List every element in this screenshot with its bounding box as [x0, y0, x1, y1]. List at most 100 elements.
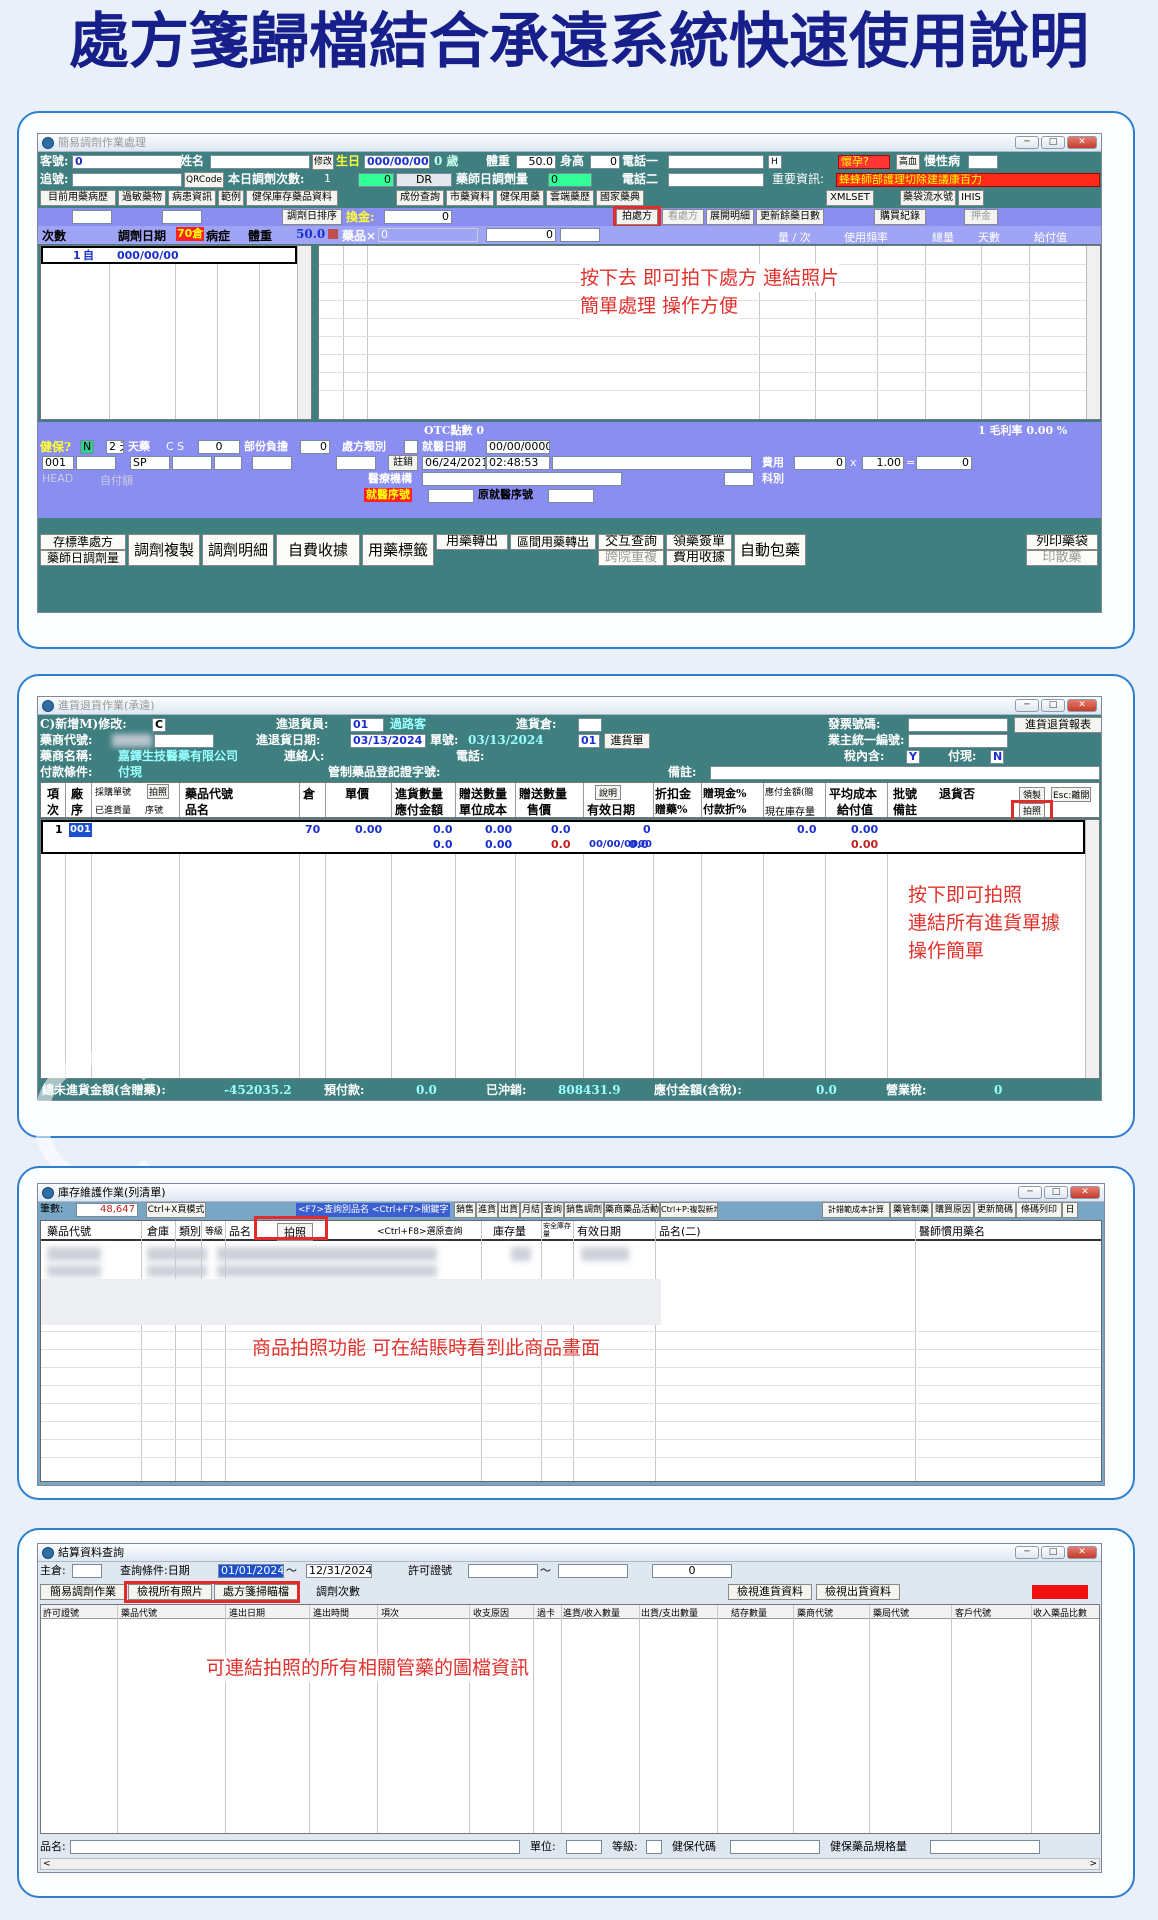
- tab-sales-dispense[interactable]: 銷售調劑: [564, 1202, 604, 1218]
- count-zero-field[interactable]: 0: [358, 173, 394, 187]
- scroll-left-icon[interactable]: <: [43, 1857, 51, 1871]
- drug-field-3[interactable]: [560, 228, 600, 242]
- nhi-code-field[interactable]: [730, 1840, 820, 1854]
- barcode-print-button[interactable]: 條碼列印: [1016, 1202, 1062, 1218]
- view-purchase-button[interactable]: 檢視進貨資料: [728, 1584, 812, 1600]
- minimize-icon[interactable]: ─: [1018, 1186, 1042, 1199]
- cash-field[interactable]: N: [990, 750, 1004, 764]
- minimize-icon[interactable]: ─: [1015, 699, 1039, 712]
- close-icon[interactable]: ✕: [1070, 1186, 1100, 1199]
- drug-field-2[interactable]: 0: [486, 228, 556, 242]
- day-button[interactable]: 日: [1062, 1202, 1078, 1218]
- controlled-drug-button[interactable]: 藥管制藥: [890, 1202, 932, 1218]
- deposit-button[interactable]: 押金: [964, 209, 998, 225]
- minimize-icon[interactable]: ─: [1015, 136, 1039, 149]
- total-field[interactable]: 0: [916, 456, 972, 470]
- cost-calc-button[interactable]: 計錯範成本計算: [822, 1202, 890, 1218]
- edit-button[interactable]: 修改: [312, 154, 334, 170]
- scroll-right-icon[interactable]: >: [1089, 1857, 1097, 1871]
- save-standard-button[interactable]: 存標準處方: [40, 534, 126, 550]
- customer-no-field[interactable]: 0: [72, 155, 182, 169]
- phone1-field[interactable]: [668, 155, 764, 169]
- range-export-button[interactable]: 區間用藥轉出: [510, 534, 596, 550]
- grade-field[interactable]: [646, 1840, 662, 1854]
- scrollbar[interactable]: [297, 246, 311, 419]
- warehouse-field[interactable]: [578, 718, 602, 732]
- date-field[interactable]: 06/24/2021: [422, 456, 486, 470]
- rx-type-field[interactable]: [404, 440, 418, 454]
- tab-purchase[interactable]: 進貨: [476, 1202, 498, 1218]
- orig-visit-no-field[interactable]: [548, 489, 594, 503]
- remarks-field[interactable]: [710, 766, 1100, 780]
- tab-monthly[interactable]: 月結: [520, 1202, 542, 1218]
- nhi-stock-button[interactable]: 健保庫存藥品資料: [246, 190, 338, 206]
- invoice-field[interactable]: [908, 718, 1008, 732]
- nhi-spec-field[interactable]: [930, 1840, 1040, 1854]
- height-field[interactable]: 0: [590, 155, 620, 169]
- purchase-report-button[interactable]: 進貨退貨報表: [1014, 717, 1101, 733]
- scrollbar[interactable]: [1086, 246, 1100, 419]
- sort-date-button[interactable]: 調劑日排序: [282, 209, 342, 225]
- explain-button[interactable]: 說明: [595, 785, 622, 800]
- horizontal-scrollbar[interactable]: < >: [40, 1858, 1100, 1870]
- drug-label-button[interactable]: 用藥標籤: [362, 534, 434, 566]
- license-end-field[interactable]: [558, 1564, 628, 1578]
- start-date-field[interactable]: 01/01/2024: [218, 1564, 284, 1578]
- dispensing-detail-button[interactable]: 調劑明細: [202, 534, 274, 566]
- photo-button-small[interactable]: 拍照: [147, 784, 170, 799]
- date-field[interactable]: 03/13/2024: [350, 734, 426, 748]
- print-powder-button[interactable]: 印散藥: [1026, 550, 1098, 566]
- expand-detail-button[interactable]: 展開明細: [706, 209, 754, 225]
- tab-query[interactable]: 查詢: [542, 1202, 564, 1218]
- blank-field-3[interactable]: [172, 456, 212, 470]
- fee-receipt-button[interactable]: 費用收據: [666, 550, 732, 566]
- chronic-field[interactable]: [968, 155, 998, 169]
- tab-vendor-promo[interactable]: 藥商藥品活動: [604, 1202, 660, 1218]
- h-field[interactable]: H: [768, 155, 782, 169]
- zero-field[interactable]: 0: [652, 1564, 732, 1578]
- update-days-button[interactable]: 更新餘藥日數: [756, 209, 824, 225]
- institution-field[interactable]: [422, 472, 622, 486]
- blank-field-1[interactable]: [72, 210, 112, 224]
- birthday-field[interactable]: 000/00/00: [364, 155, 430, 169]
- name-field[interactable]: [210, 155, 310, 169]
- maximize-icon[interactable]: □: [1041, 699, 1065, 712]
- qrcode-button[interactable]: QRCode: [184, 172, 224, 188]
- tax-incl-field[interactable]: Y: [906, 750, 920, 764]
- copy-dispensing-button[interactable]: 調劑複製: [128, 534, 200, 566]
- scrollbar[interactable]: [1085, 820, 1099, 1078]
- update-code-button[interactable]: 更新簡碼: [974, 1202, 1016, 1218]
- ingredient-button[interactable]: 成份查詢: [396, 190, 444, 206]
- table-row[interactable]: 1 001 70 0.00 0.0 0.0 0.00 0.00 0.0 0.0 …: [41, 820, 1085, 854]
- settlement-grid[interactable]: 許可證號 藥品代號 進出日期 進出時間 項次 收支原因 過卡 進貨/收入數量 出…: [40, 1604, 1100, 1834]
- close-icon[interactable]: ✕: [1067, 1546, 1097, 1559]
- tab-copy-new[interactable]: Ctrl+P:複製新增: [660, 1202, 718, 1218]
- visit-date-field[interactable]: 00/00/0000: [486, 440, 550, 454]
- example-button[interactable]: 範例: [218, 190, 244, 206]
- export-button[interactable]: 用藥轉出: [436, 534, 508, 550]
- handler-field[interactable]: 01: [350, 718, 384, 732]
- page-mode-button[interactable]: Ctrl+X頁模式: [146, 1202, 206, 1218]
- name-field[interactable]: [70, 1840, 520, 1854]
- copay-field[interactable]: 0: [300, 440, 330, 454]
- weight-field[interactable]: 50.0: [516, 155, 556, 169]
- purchase-reason-button[interactable]: 購買原因: [932, 1202, 974, 1218]
- purchase-order-button[interactable]: 進貨單: [604, 733, 650, 749]
- important-info-field[interactable]: 蜂蜂師部護理切除建議康百力: [836, 173, 1100, 187]
- simple-dispense-button[interactable]: 簡易調劑作業: [40, 1584, 126, 1600]
- close-icon[interactable]: ✕: [1067, 699, 1097, 712]
- close-icon[interactable]: ✕: [1067, 136, 1097, 149]
- fee-field[interactable]: 0: [794, 456, 846, 470]
- mode-field[interactable]: C: [152, 718, 166, 732]
- dept-field-0[interactable]: [724, 472, 754, 486]
- cancel-button[interactable]: 註銷: [388, 455, 418, 471]
- auto-pack-button[interactable]: 自動包藥: [734, 534, 806, 566]
- xmlset-button[interactable]: XMLSET: [826, 190, 874, 206]
- order-seq-field[interactable]: 01: [578, 734, 600, 748]
- main-wh-field[interactable]: [72, 1564, 102, 1578]
- blank-field-5[interactable]: [252, 456, 292, 470]
- ihis-button[interactable]: IHIS: [958, 190, 984, 206]
- code-field-2[interactable]: [76, 456, 116, 470]
- blank-field-4[interactable]: [214, 456, 242, 470]
- pharmacopoeia-button[interactable]: 國家藥典: [596, 190, 644, 206]
